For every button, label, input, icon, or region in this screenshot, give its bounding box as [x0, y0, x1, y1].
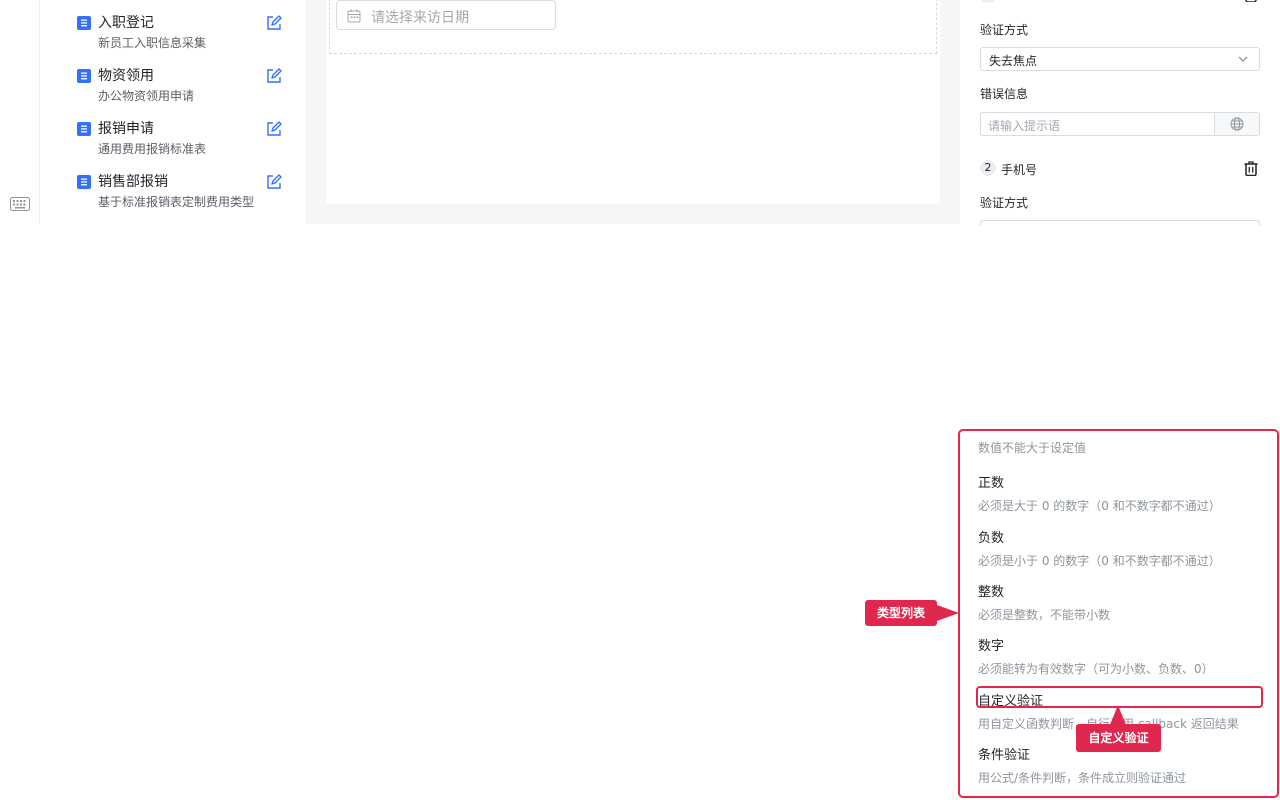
error-message-placeholder: 请输入提示语: [988, 119, 1061, 133]
rule-name: 手机号: [1001, 163, 1038, 177]
callout-arrow: [937, 605, 959, 621]
option-title: 整数: [978, 585, 1005, 600]
form-item-supplies[interactable]: 物资领用 办公物资领用申请: [76, 65, 290, 113]
custom-validation-callout: 自定义验证: [1076, 724, 1161, 752]
error-message-input[interactable]: 请输入提示语: [980, 112, 1260, 136]
dropdown-option[interactable]: 数值不能大于设定值: [978, 439, 1273, 456]
validate-method-select[interactable]: [980, 220, 1260, 226]
edit-icon[interactable]: [266, 15, 282, 31]
option-number[interactable]: 数字 必须能转为有效数字（可为小数、负数、0）: [978, 635, 1273, 677]
rule-number-badge: 2: [980, 160, 996, 176]
option-desc: 必须是大于 0 的数字（0 和不数字都不通过）: [978, 499, 1221, 513]
option-positive[interactable]: 正数 必须是大于 0 的数字（0 和不数字都不通过）: [978, 472, 1273, 514]
form-doc-icon: [77, 16, 91, 30]
edit-icon[interactable]: [266, 68, 282, 84]
option-desc: 必须能转为有效数字（可为小数、负数、0）: [978, 662, 1214, 676]
form-doc-icon: [77, 175, 91, 189]
option-desc: 数值不能大于设定值: [978, 441, 1087, 455]
form-item-onboarding[interactable]: 入职登记 新员工入职信息采集: [76, 12, 290, 60]
option-desc: 必须是整数，不能带小数: [978, 608, 1111, 622]
rule-number-badge: [980, 0, 996, 3]
form-title: 入职登记: [98, 15, 154, 31]
form-title: 报销申请: [98, 121, 154, 137]
properties-panel: 验证方式 失去焦点 错误信息 请输入提示语 2 手机号 验证方式: [960, 0, 1280, 226]
date-placeholder: 请选择来访日期: [371, 10, 469, 26]
validate-method-label: 验证方式: [980, 23, 1029, 37]
validate-method-label: 验证方式: [980, 196, 1029, 210]
form-designer-panel: 入职登记 新员工入职信息采集 物资领用 办公物资领用申请 报销申请 通用费用报销…: [0, 0, 1280, 226]
keyboard-icon[interactable]: [10, 197, 30, 211]
calendar-icon: [347, 9, 361, 23]
form-doc-icon: [77, 122, 91, 136]
form-desc: 新员工入职信息采集: [98, 36, 207, 50]
form-desc: 办公物资领用申请: [98, 89, 195, 103]
trash-icon[interactable]: [1244, 0, 1258, 2]
validate-method-value: 失去焦点: [989, 54, 1038, 68]
type-list-callout: 类型列表: [865, 600, 937, 626]
option-desc: 必须是小于 0 的数字（0 和不数字都不通过）: [978, 554, 1221, 568]
option-negative[interactable]: 负数 必须是小于 0 的数字（0 和不数字都不通过）: [978, 527, 1273, 569]
option-title: 数字: [978, 639, 1005, 654]
form-desc: 通用费用报销标准表: [98, 142, 207, 156]
form-item-reimbursement[interactable]: 报销申请 通用费用报销标准表: [76, 118, 290, 166]
form-item-sales-reimbursement[interactable]: 销售部报销 基于标准报销表定制费用类型: [76, 171, 290, 219]
option-title: 正数: [978, 476, 1005, 491]
form-doc-icon: [77, 69, 91, 83]
trash-icon[interactable]: [1244, 161, 1258, 176]
globe-icon: [1230, 117, 1244, 131]
option-desc: 用公式/条件判断，条件成立则验证通过: [978, 771, 1187, 785]
form-canvas: 请选择来访日期: [306, 0, 960, 224]
error-message-label: 错误信息: [980, 87, 1029, 101]
option-integer[interactable]: 整数 必须是整数，不能带小数: [978, 581, 1273, 623]
callout-arrow: [1110, 705, 1126, 725]
i18n-button[interactable]: [1214, 113, 1259, 135]
form-desc: 基于标准报销表定制费用类型: [98, 195, 255, 209]
edit-icon[interactable]: [266, 121, 282, 137]
chevron-down-icon: [1238, 56, 1248, 62]
form-title: 物资领用: [98, 68, 154, 84]
edit-icon[interactable]: [266, 174, 282, 190]
form-card: 请选择来访日期: [326, 0, 940, 204]
option-title: 负数: [978, 531, 1005, 546]
validate-method-select[interactable]: 失去焦点: [980, 47, 1260, 71]
left-rail: [0, 0, 40, 224]
form-list: 入职登记 新员工入职信息采集 物资领用 办公物资领用申请 报销申请 通用费用报销…: [40, 0, 306, 224]
field-drop-zone[interactable]: 请选择来访日期: [329, 0, 937, 54]
form-title: 销售部报销: [98, 174, 168, 190]
visit-date-input[interactable]: 请选择来访日期: [336, 0, 556, 30]
